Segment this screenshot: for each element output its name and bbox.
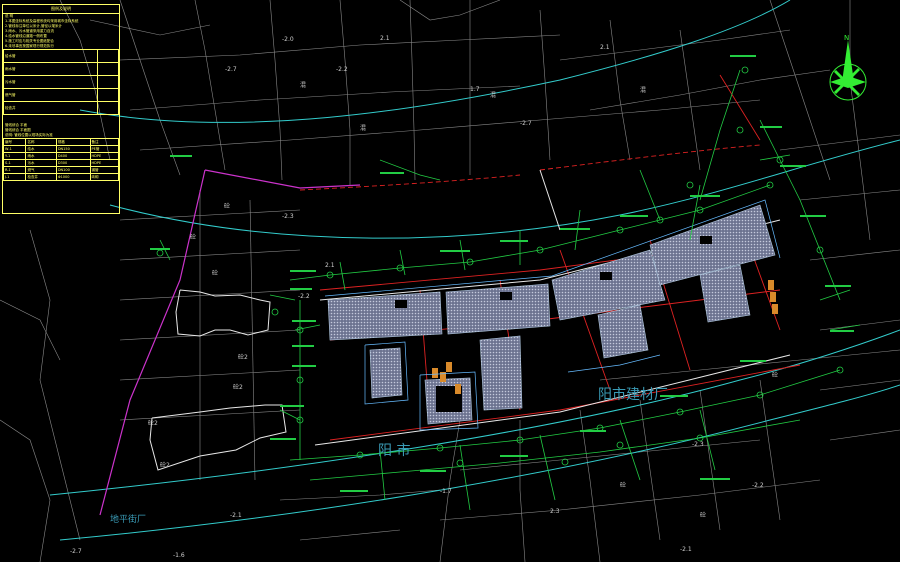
elevation-label: -1.7 [440,488,452,495]
boundary-north [204,169,361,189]
legend-spec-head-cell: 备注 [89,138,120,146]
legend-spec-cell: HDPE [89,152,120,160]
legend-cell [97,62,119,76]
legend-spec-cell: D300 [55,159,91,167]
legend-spec-cell: 钢管 [89,166,120,174]
legend-cell: 雨水管 [2,62,99,76]
elevation-label: -2.3 [692,441,704,448]
legend-spec-row: W-1 给水 DN150 PE管 [2,145,120,153]
elevation-label: -2.1 [680,546,692,553]
building-type-label: 砼 [212,270,219,277]
legend-spec-cell: 燃气 [25,166,57,174]
legend-spec-header: 编号 名称 规格 备注 [2,138,120,146]
legend-symbol-row: 燃气管 [2,88,119,102]
legend-spec-head-cell: 名称 [25,138,57,146]
factory-label-east: 阳市建材厂 [598,387,668,403]
north-label: N [844,34,850,42]
building-type-label: 砼2 [233,384,243,391]
building-type-label: 砼 [190,234,197,241]
elevation-label: -2.7 [225,66,237,73]
legend-notes: 说 明 1.本图坐标系统及高程系统均采用城市坐标系统 2.管线标注单位以米计,管径以… [3,14,119,49]
legend-spec-cell: 砖砌 [89,173,120,181]
legend-symbol-row: 检查井 [2,101,119,115]
legend-spec-head-cell: 规格 [55,138,91,146]
elevation-label: -2.0 [282,36,294,43]
elevation-label: -2.3 [282,213,294,220]
legend-symbol-row: 雨水管 [2,62,119,76]
legend-spec-head-cell: 编号 [2,138,27,146]
cad-canvas: N 图例及说明 说 明 1.本图坐标系统及高程系统均采用城市坐标系统 2.管线标注单… [0,0,900,562]
legend-cell: 给水管 [2,49,99,63]
legend-symbol-table: 给水管 雨水管 污水管 燃气管 检查井 [2,49,119,115]
legend-spec-cell: 给水 [25,145,57,153]
boundary-west [99,169,206,516]
elevation-label: -1.6 [173,552,185,559]
building-type-label: 砼2 [238,354,248,361]
legend-spec-cell: 污水 [25,159,57,167]
legend-spec-cell: 雨水 [25,152,57,160]
legend-cell [97,75,119,89]
legend-spec-cell: Y-1 [2,152,27,160]
legend-cell: 检查井 [2,101,99,115]
legend-spec-cell: W-1 [2,145,27,153]
elevation-label: -2.2 [752,482,764,489]
legend-spec-cell: S-1 [2,159,27,167]
legend-cell [97,49,119,63]
legend-spec-row: S-1 污水 D300 HDPE [2,159,120,167]
elevation-label: -2.7 [520,120,532,127]
legend-section-lines: 管线综合 平面 管线综合 平面图 说明: 管线位置以现场实际为准 [3,123,119,138]
legend-symbol-row: 污水管 [2,75,119,89]
building-type-label: 砼 [700,512,707,519]
building-type-label: 砼 [224,203,231,210]
elevation-label: -2.2 [298,293,310,300]
elevation-label: -2.2 [336,66,348,73]
legend-spec-row: R-1 燃气 DN100 钢管 [2,166,120,174]
north-arrow [829,40,867,101]
elevation-label: 2.1 [380,35,390,42]
elevation-label: 2.1 [325,262,335,269]
legend-spec-cell: DN150 [55,145,91,153]
legend-spec-cell: Φ1000 [55,173,91,181]
elevation-label: -2.1 [230,512,242,519]
legend-spec-cell: DN100 [55,166,91,174]
site-plan-drawing [0,0,900,562]
elevation-label: -2.7 [70,548,82,555]
legend-spec-cell: PE管 [89,145,120,153]
building-type-label: 混 [300,82,307,89]
legend-spec-cell: HDPE [89,159,120,167]
legend-cell [97,88,119,102]
building-type-label: 混 [490,92,497,99]
elevation-label: 2.3 [550,508,560,515]
elevation-label: 1.7 [470,86,480,93]
legend-cell: 污水管 [2,75,99,89]
building-type-label: 砼 [772,372,779,379]
building-type-label: 砼2 [160,462,170,469]
building-type-label: 砼2 [148,420,158,427]
legend-spec-row: J-1 检查井 Φ1000 砖砌 [2,173,120,181]
legend-spec-row: Y-1 雨水 D400 HDPE [2,152,120,160]
building-type-label: 砼 [620,482,627,489]
legend-symbol-row: 给水管 [2,49,119,63]
legend-spec-table: 编号 名称 规格 备注 W-1 给水 DN150 PE管 Y-1 雨水 D400 HDPE S-1 污水 D… [2,138,120,181]
legend-title: 图例及说明 [3,5,119,14]
factory-label-south: 地平街厂 [110,515,147,525]
elevation-label: 2.1 [600,44,610,51]
legend-spec-cell: R-1 [2,166,27,174]
building-type-label: 混 [640,87,647,94]
legend-spec-cell: 检查井 [25,173,57,181]
road-centerlines [49,0,900,541]
legend-spec-cell: J-1 [2,173,27,181]
legend-cell: 燃气管 [2,88,99,102]
legend-cell [97,101,119,115]
existing-parcels [0,0,900,562]
legend-spec-cell: D400 [55,152,91,160]
center-label: 阳 市 [378,443,411,459]
building-type-label: 混 [360,125,367,132]
legend-panel: 图例及说明 说 明 1.本图坐标系统及高程系统均采用城市坐标系统 2.管线标注单位以… [2,4,120,214]
